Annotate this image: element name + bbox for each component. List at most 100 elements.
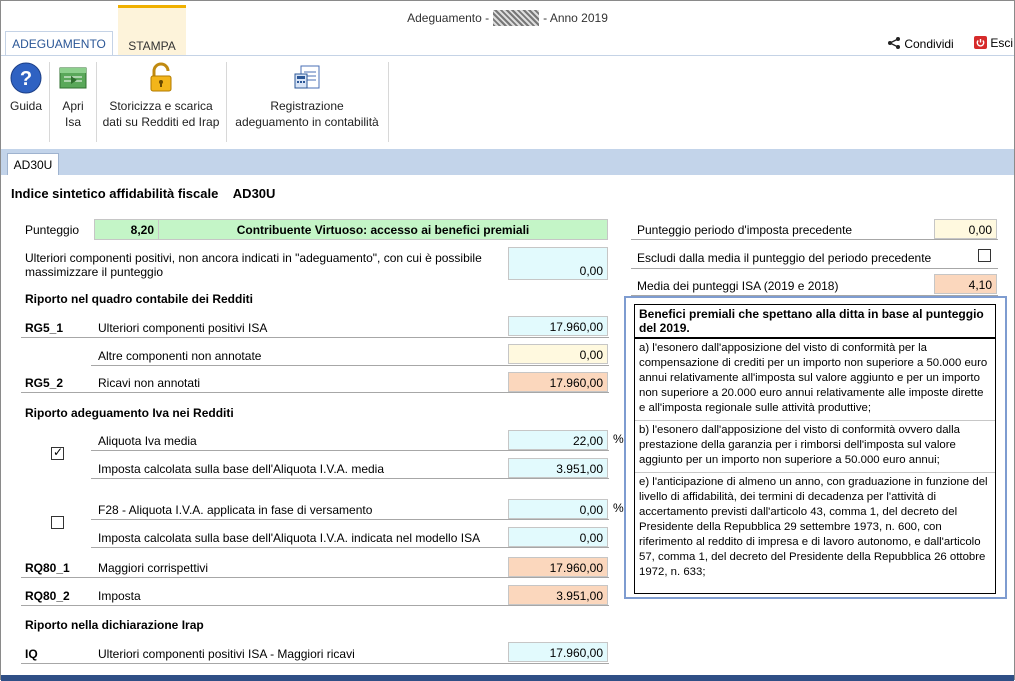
punteggio-status: Contribuente Virtuoso: accesso ai benefi… [158,219,608,240]
redditi-section-title: Riporto nel quadro contabile dei Redditi [25,292,254,306]
row-underline [91,547,609,548]
iq-value: 17.960,00 [508,642,608,662]
punteggio-value: 8,20 [94,219,159,240]
row-underline [21,663,609,664]
benefits-title: Benefici premiali che spettano alla ditt… [635,305,995,339]
f28-value: 0,00 [508,499,608,519]
benefit-b: b) l'esonero dall'apposizione del visto … [635,421,995,473]
page-title-code: AD30U [232,186,276,201]
aliquota-versamento-checkbox[interactable] [51,516,64,529]
iva-section-title: Riporto adeguamento Iva nei Redditi [25,406,234,420]
registrazione-button[interactable]: Registrazione adeguamento in contabilità [231,62,383,130]
window-title-prefix: Adeguamento - [407,11,490,25]
row-underline [91,450,609,451]
rg5-2-label: Ricavi non annotati [98,376,201,390]
apri-isa-label-1: Apri [62,99,84,113]
media-label: Media dei punteggi ISA (2019 e 2018) [637,279,839,293]
rq80-1-code: RQ80_1 [25,561,70,575]
row-underline [21,392,609,393]
rq80-1-value: 17.960,00 [508,557,608,577]
ribbon-tab-stampa[interactable]: STAMPA [118,5,186,55]
svg-text:?: ? [20,68,32,90]
imposta-isa-value: 0,00 [508,527,608,547]
bottom-bar [1,675,1014,681]
aliquota-media-checkbox[interactable] [51,445,64,460]
share-button[interactable]: Condividi [887,36,954,51]
exit-icon [974,36,987,49]
row-underline [21,337,609,338]
rq80-2-code: RQ80_2 [25,589,70,603]
prev-score-input[interactable]: 0,00 [934,219,997,239]
registrazione-label-1: Registrazione [270,99,344,113]
imposta-media-label: Imposta calcolata sulla base dell'Aliquo… [98,462,385,476]
row-underline [91,519,609,520]
benefit-e: e) l'anticipazione di almeno un anno, co… [639,476,988,578]
apri-isa-button[interactable]: Apri Isa [55,62,91,130]
percent-sign: % [613,432,624,446]
imposta-isa-label: Imposta calcolata sulla base dell'Aliquo… [98,531,481,545]
ribbon-separator [388,62,389,142]
lock-icon [150,62,172,92]
iq-label: Ulteriori componenti positivi ISA - Magg… [98,647,355,661]
row-underline [21,605,609,606]
aliquota-media-label: Aliquota Iva media [98,434,197,448]
escludi-label: Escludi dalla media il punteggio del per… [637,251,932,265]
row-underline [21,577,609,578]
share-icon [888,37,900,49]
altre-label: Altre componenti non annotate [98,349,262,363]
share-label: Condividi [904,37,954,51]
rq80-1-label: Maggiori corrispettivi [98,561,209,575]
imposta-media-value: 3.951,00 [508,458,608,478]
row-underline [91,365,609,366]
punteggio-label: Punteggio [25,223,80,237]
ribbon-separator [226,62,227,142]
escludi-checkbox[interactable] [978,249,991,262]
storicizza-label-2: dati su Redditi ed Irap [102,115,220,129]
row-underline [631,239,998,240]
storicizza-button[interactable]: Storicizza e scarica dati su Redditi ed … [101,62,221,130]
rq80-2-label: Imposta [98,589,141,603]
rg5-2-code: RG5_2 [25,376,64,390]
row-underline [91,478,609,479]
ribbon-separator [96,62,97,142]
open-isa-icon [59,67,87,89]
help-icon: ? [10,62,42,94]
percent-sign: % [613,501,624,515]
rg5-2-value: 17.960,00 [508,372,608,392]
f28-label: F28 - Aliquota I.V.A. applicata in fase … [98,503,373,517]
row-underline [631,268,998,269]
redacted-name [493,10,540,26]
media-value: 4,10 [934,274,997,294]
guida-label: Guida [9,99,43,113]
prev-score-label: Punteggio periodo d'imposta precedente [637,223,853,237]
tab-ad30u[interactable]: AD30U [7,153,59,175]
irap-section-title: Riporto nella dichiarazione Irap [25,618,204,632]
ulteriori-label-1: Ulteriori componenti positivi, non ancor… [25,251,482,265]
registrazione-label-2: adeguamento in contabilità [235,115,379,129]
ulteriori-label-2: massimizzare il punteggio [25,265,164,279]
accounting-register-icon [294,65,320,89]
window-title-suffix: - Anno 2019 [543,11,608,25]
benefits-box: Benefici premiali che spettano alla ditt… [634,304,996,594]
apri-isa-label-2: Isa [64,115,81,129]
benefits-panel: Benefici premiali che spettano alla ditt… [624,296,1007,599]
rg5-1-value: 17.960,00 [508,316,608,336]
storicizza-label-1: Storicizza e scarica [109,99,213,113]
exit-label: Esci [990,36,1014,50]
rg5-1-label: Ulteriori componenti positivi ISA [98,321,268,335]
iq-code: IQ [25,647,38,661]
exit-button[interactable]: Esci [974,36,1013,50]
rq80-2-value: 3.951,00 [508,585,608,605]
guida-button[interactable]: ? Guida [7,62,45,114]
aliquota-media-value: 22,00 [508,430,608,450]
document-tab-strip: AD30U [1,149,1014,175]
page-title: Indice sintetico affidabilità fiscale AD… [11,186,275,201]
ribbon-toolbar: ? Guida Apri Isa Storicizza e scarica da… [1,55,1014,149]
page-title-text: Indice sintetico affidabilità fiscale [11,186,219,201]
altre-input[interactable]: 0,00 [508,344,608,364]
ulteriori-input[interactable]: 0,00 [508,247,608,280]
rg5-1-code: RG5_1 [25,321,64,335]
benefit-a: a) l'esonero dall'apposizione del visto … [635,339,995,421]
ribbon-tab-adeguamento[interactable]: ADEGUAMENTO [5,31,113,55]
ribbon-separator [49,62,50,142]
